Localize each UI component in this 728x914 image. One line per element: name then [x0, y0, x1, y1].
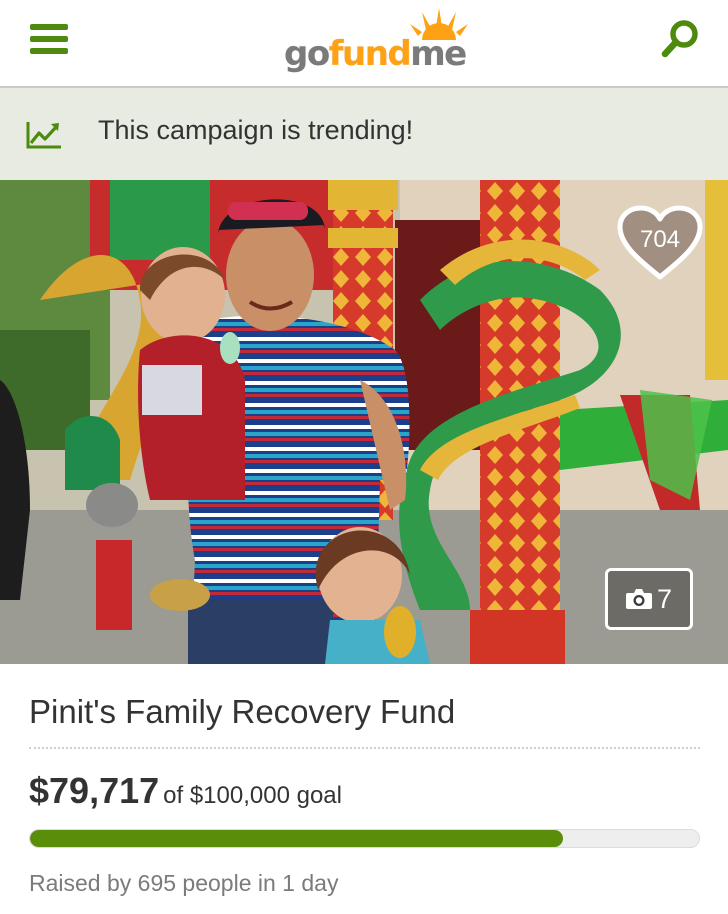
goal-text: of $100,000 goal — [163, 782, 342, 809]
search-icon[interactable] — [660, 18, 702, 60]
logo-me: me — [410, 34, 467, 74]
photo-gallery-button[interactable]: 7 — [605, 568, 693, 630]
logo-go: go — [284, 34, 330, 74]
divider — [29, 747, 700, 749]
hamburger-menu-icon[interactable] — [30, 22, 70, 56]
campaign-title[interactable]: Pinit's Family Recovery Fund — [29, 693, 455, 731]
camera-icon — [626, 589, 652, 609]
app-header: gofundme — [0, 0, 728, 88]
raised-by-text: Raised by 695 people in 1 day — [29, 870, 339, 896]
raised-amount: $79,717 — [29, 770, 160, 811]
funding-progress-fill — [30, 830, 564, 847]
logo-wordmark: gofundme — [284, 34, 467, 74]
heart-icon[interactable]: 704 — [616, 205, 704, 281]
menu-bar — [30, 36, 68, 42]
funding-summary: $79,717 of $100,000 goal — [29, 770, 342, 812]
trending-chart-icon — [26, 120, 62, 155]
heart-count: 704 — [639, 226, 681, 253]
funding-progress-bar — [29, 829, 700, 848]
gofundme-logo[interactable]: gofundme — [280, 8, 480, 78]
logo-fund: fund — [328, 34, 412, 74]
menu-bar — [30, 24, 68, 30]
photo-count: 7 — [657, 584, 673, 614]
trending-message: This campaign is trending! — [98, 115, 414, 145]
menu-bar — [30, 48, 68, 54]
